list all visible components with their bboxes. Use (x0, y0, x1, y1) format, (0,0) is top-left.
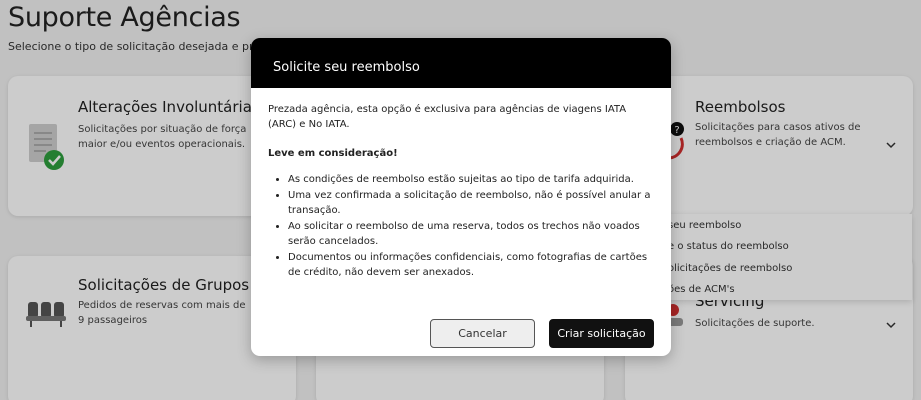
modal-heading: Leve em consideração! (268, 148, 398, 159)
modal-intro: Prezada agência, esta opção é exclusiva … (268, 104, 627, 130)
refund-modal: Solicite seu reembolso Prezada agência, … (251, 38, 671, 356)
modal-bullets: As condições de reembolso estão sujeitas… (268, 172, 656, 280)
modal-title: Solicite seu reembolso (273, 60, 420, 75)
create-request-button[interactable]: Criar solicitação (549, 319, 654, 348)
modal-bullet: Uma vez confirmada a solicitação de reem… (288, 188, 656, 218)
modal-header: Solicite seu reembolso (251, 38, 671, 88)
modal-body: Prezada agência, esta opção é exclusiva … (268, 102, 656, 281)
modal-bullet: As condições de reembolso estão sujeitas… (288, 172, 656, 187)
modal-bullet: Documentos ou informações confidenciais,… (288, 250, 656, 280)
cancel-button[interactable]: Cancelar (430, 319, 535, 348)
modal-bullet: Ao solicitar o reembolso de uma reserva,… (288, 219, 656, 249)
